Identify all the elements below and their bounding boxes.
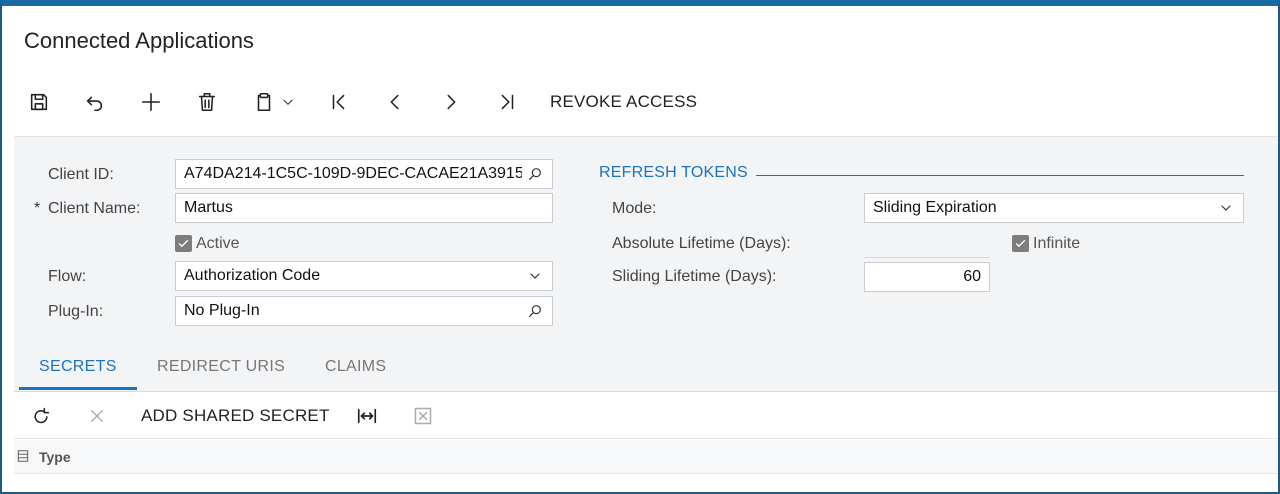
check-icon — [1015, 239, 1026, 248]
chevron-down-icon — [1217, 199, 1235, 217]
search-icon[interactable] — [526, 165, 544, 183]
tab-bar: SECRETS REDIRECT URIS CLAIMS — [14, 342, 1278, 392]
delete-button[interactable] — [190, 84, 224, 120]
plugin-value: No Plug-In — [184, 302, 260, 319]
mode-value: Sliding Expiration — [873, 199, 997, 216]
plugin-field[interactable]: No Plug-In — [175, 296, 553, 326]
infinite-label: Infinite — [1033, 235, 1081, 252]
active-label: Active — [196, 235, 240, 252]
save-icon — [30, 93, 48, 111]
export-excel-button[interactable] — [408, 393, 438, 439]
row-selector-icon[interactable] — [16, 449, 30, 468]
sliding-lifetime-field[interactable]: 60 — [864, 262, 990, 292]
previous-record-button[interactable] — [378, 84, 412, 120]
flow-select[interactable]: Authorization Code — [175, 261, 553, 291]
absolute-lifetime-label: Absolute Lifetime (Days): — [612, 235, 791, 252]
fit-columns-button[interactable] — [352, 393, 382, 439]
close-icon — [91, 410, 103, 422]
chevron-left-icon — [390, 94, 399, 110]
add-button[interactable] — [134, 84, 168, 120]
last-page-icon — [501, 94, 514, 110]
remove-row-button[interactable] — [82, 393, 112, 439]
active-checkbox[interactable] — [175, 235, 192, 252]
client-name-value: Martus — [184, 199, 233, 216]
next-record-button[interactable] — [434, 84, 468, 120]
mode-label: Mode: — [612, 200, 657, 217]
sliding-lifetime-label: Sliding Lifetime (Days): — [612, 268, 777, 285]
column-header-type[interactable]: Type — [39, 449, 71, 465]
mode-select[interactable]: Sliding Expiration — [864, 193, 1244, 223]
trash-icon — [198, 92, 216, 112]
tab-secrets[interactable]: SECRETS — [39, 358, 117, 376]
refresh-icon — [34, 407, 50, 424]
tab-redirect-uris[interactable]: REDIRECT URIS — [157, 358, 285, 376]
last-record-button[interactable] — [490, 84, 524, 120]
infinite-checkbox[interactable] — [1012, 235, 1029, 252]
first-page-icon — [332, 94, 345, 110]
chevron-down-icon — [526, 267, 544, 285]
client-id-label: Client ID: — [48, 166, 114, 183]
first-record-button[interactable] — [322, 84, 356, 120]
revoke-access-label: REVOKE ACCESS — [550, 92, 698, 111]
fit-columns-icon — [357, 408, 377, 424]
excel-export-icon — [414, 407, 432, 425]
flow-value: Authorization Code — [184, 267, 321, 284]
client-name-label: Client Name: — [48, 200, 141, 217]
sliding-lifetime-value: 60 — [963, 268, 981, 285]
chevron-right-icon — [447, 94, 456, 110]
flow-label: Flow: — [48, 268, 87, 285]
app-window: Connected Applications REVOKE ACCESS Cli… — [0, 0, 1280, 494]
page-title: Connected Applications — [24, 28, 254, 53]
active-tab-indicator — [19, 387, 137, 390]
undo-icon — [86, 96, 103, 112]
tab-claims[interactable]: CLAIMS — [325, 358, 386, 376]
grid-toolbar: ADD SHARED SECRET — [14, 393, 1278, 439]
section-divider — [756, 175, 1244, 176]
client-id-value: A74DA214-1C5C-109D-9DEC-CACAE21A3915 — [184, 165, 522, 182]
plugin-label: Plug-In: — [48, 303, 104, 320]
plus-icon — [141, 92, 161, 112]
check-icon — [178, 239, 189, 248]
form-area: Client ID: A74DA214-1C5C-109D-9DEC-CACAE… — [14, 136, 1278, 342]
search-icon[interactable] — [526, 302, 544, 320]
required-marker: * — [34, 200, 41, 217]
absolute-lifetime-field — [864, 257, 990, 258]
client-id-field[interactable]: A74DA214-1C5C-109D-9DEC-CACAE21A3915 — [175, 159, 553, 189]
main-toolbar: REVOKE ACCESS — [16, 84, 1256, 120]
client-name-field[interactable]: Martus — [175, 193, 553, 223]
revoke-access-button[interactable]: REVOKE ACCESS — [550, 84, 697, 120]
grid-header: Type — [14, 440, 1278, 474]
save-button[interactable] — [22, 84, 56, 120]
clipboard-icon — [257, 92, 271, 112]
add-shared-secret-button[interactable]: ADD SHARED SECRET — [141, 393, 330, 439]
refresh-button[interactable] — [26, 393, 56, 439]
clipboard-dropdown-button[interactable] — [248, 84, 300, 120]
refresh-tokens-title: REFRESH TOKENS — [599, 164, 748, 181]
add-shared-secret-label: ADD SHARED SECRET — [141, 406, 330, 425]
chevron-down-icon — [283, 99, 293, 105]
undo-button[interactable] — [78, 84, 112, 120]
